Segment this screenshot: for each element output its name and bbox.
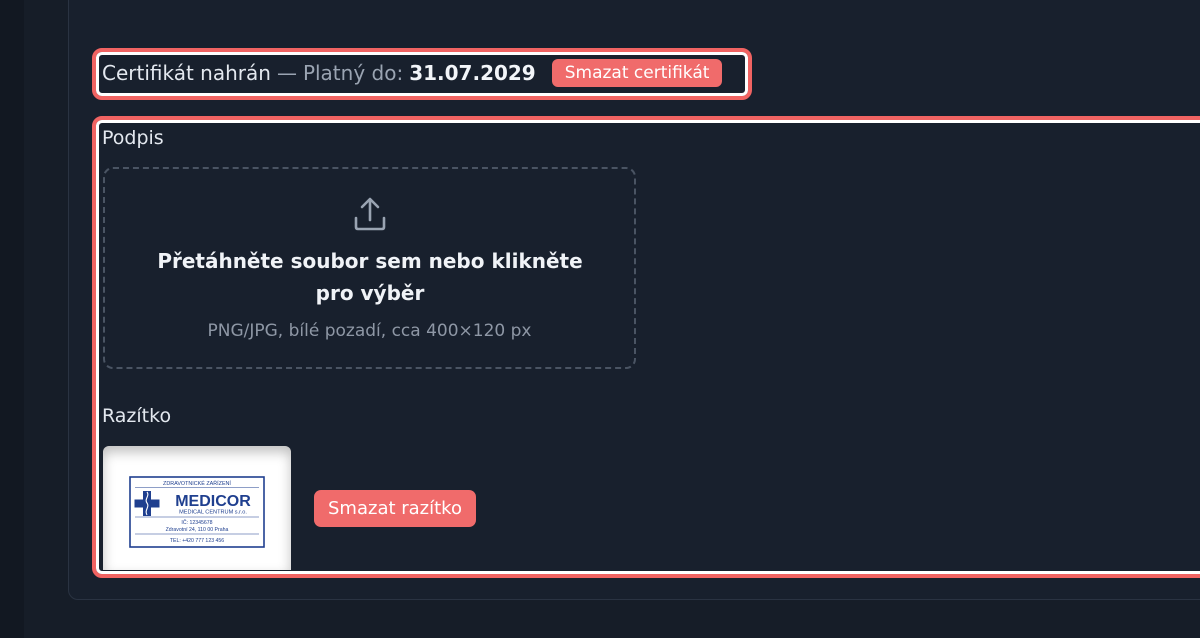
delete-stamp-button[interactable]: Smazat razítko: [314, 490, 476, 527]
delete-certificate-button[interactable]: Smazat certifikát: [551, 59, 723, 87]
dropzone-hint: PNG/JPG, bílé pozadí, cca 400×120 px: [207, 321, 532, 341]
signature-dropzone[interactable]: Přetáhněte soubor sem nebo klikněte pro …: [103, 167, 636, 369]
stamp-image: ZDRAVOTNICKÉ ZAŘÍZENÍ MEDICOR MEDICAL CE…: [103, 446, 291, 570]
certificate-status: Certifikát nahrán: [102, 61, 271, 85]
certificate-separator: —: [276, 61, 297, 85]
stamp-heading: ZDRAVOTNICKÉ ZAŘÍZENÍ: [163, 479, 231, 487]
certificate-valid-label: Platný do:: [302, 61, 404, 85]
stamp-ic: IČ: 12345678: [181, 519, 212, 526]
upload-icon: [354, 197, 386, 231]
stamp-phone: TEL: +420 777 123 456: [170, 538, 224, 544]
signature-label: Podpis: [102, 127, 164, 149]
stamp-graphic: ZDRAVOTNICKÉ ZAŘÍZENÍ MEDICOR MEDICAL CE…: [129, 476, 265, 548]
dropzone-title: Přetáhněte soubor sem nebo klikněte pro …: [157, 249, 583, 305]
left-sidebar-edge: [0, 0, 24, 638]
stamp-subname: MEDICAL CENTRUM s.r.o.: [179, 510, 247, 516]
stamp-label: Razítko: [102, 405, 172, 427]
settings-page: Certifikát nahrán — Platný do: 31.07.202…: [0, 0, 1200, 638]
certificate-valid-date: 31.07.2029: [409, 61, 536, 85]
stamp-address: Zdravotní 24, 110 00 Praha: [166, 527, 229, 533]
stamp-name: MEDICOR: [175, 493, 251, 510]
certificate-status-row: Certifikát nahrán — Platný do: 31.07.202…: [102, 58, 723, 88]
